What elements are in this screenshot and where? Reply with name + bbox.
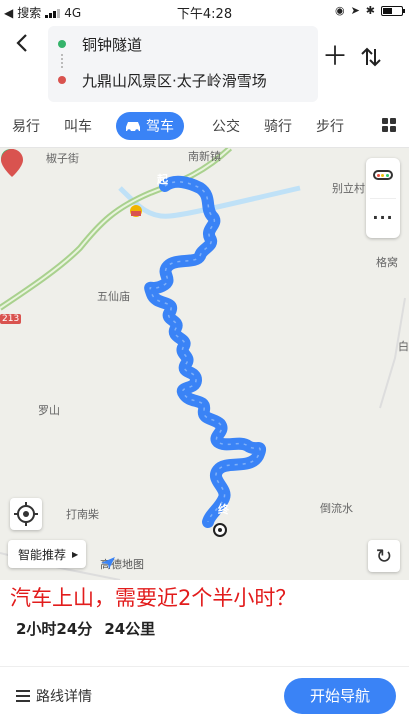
car-icon — [126, 122, 140, 133]
map-label: 罗山 — [38, 404, 60, 417]
annotation-text: 汽车上山，需要近2个半小时？ — [10, 586, 297, 610]
start-navigation-button[interactable]: 开始导航 — [284, 678, 396, 714]
map-label: 别立村 — [332, 182, 365, 195]
route-box: 铜钟隧道 九鼎山风景区·太子岭滑雪场 — [48, 26, 318, 102]
location-icon: ➤ — [350, 4, 360, 17]
map-label: 格窝 — [376, 256, 398, 269]
swap-icon — [361, 47, 381, 67]
tab-bike[interactable]: 骑行 — [264, 116, 292, 136]
tab-walk[interactable]: 步行 — [316, 116, 344, 136]
map-label: 打南柴 — [66, 508, 99, 521]
add-waypoint-button[interactable]: ＋ — [320, 42, 350, 72]
end-label: 九鼎山风景区·太子岭滑雪场 — [82, 71, 267, 90]
route-path — [144, 175, 266, 528]
tab-taxi[interactable]: 叫车 — [64, 116, 92, 136]
start-marker-label: 起 — [157, 173, 168, 186]
triangle-right-icon: ▶ — [72, 549, 79, 559]
more-modes-icon[interactable] — [382, 118, 396, 132]
tab-transit[interactable]: 公交 — [212, 116, 240, 136]
map-label: 五仙庙 — [97, 290, 130, 303]
status-bar: ◀ 搜索 4G 下午4:28 ◉ ➤ ✱ — [0, 0, 409, 22]
chevron-left-icon — [16, 34, 27, 52]
end-marker-label: 终 — [218, 503, 229, 516]
tab-easy[interactable]: 易行 — [12, 116, 40, 136]
tab-drive-label: 驾车 — [146, 119, 174, 135]
start-label: 铜钟隧道 — [82, 35, 143, 54]
back-button[interactable] — [10, 30, 36, 56]
traffic-toggle-icon[interactable] — [373, 170, 393, 180]
amap-logo: 高德地图 — [100, 556, 144, 572]
map-label: 白 — [398, 340, 409, 353]
refresh-icon: ↻ — [375, 544, 393, 568]
duration: 2小时24分 — [16, 620, 93, 638]
map-label: 椒子街 — [46, 152, 79, 165]
route-details-button[interactable]: 路线详情 — [16, 686, 92, 706]
smart-recommend-label: 智能推荐 — [18, 547, 67, 562]
locate-button[interactable] — [10, 498, 42, 530]
orientation-lock-icon: ◉ — [334, 4, 345, 17]
more-options-icon[interactable]: ··· — [366, 208, 400, 227]
battery-icon — [381, 5, 405, 16]
start-field[interactable]: 铜钟隧道 — [58, 32, 142, 56]
route-header: 铜钟隧道 九鼎山风景区·太子岭滑雪场 ＋ — [0, 22, 409, 104]
destination-point-icon — [213, 523, 227, 537]
end-dot-icon — [58, 76, 66, 84]
end-marker-icon — [1, 149, 23, 177]
list-icon — [16, 690, 30, 702]
crosshair-icon — [14, 502, 38, 526]
road-number-badge: 213 — [0, 314, 22, 324]
route-summary-panel: 汽车上山，需要近2个半小时？ 2小时24分 24公里 路线详情 开始导航 — [0, 580, 409, 726]
amap-logo-icon — [101, 557, 115, 569]
route-summary[interactable]: 2小时24分 24公里 — [16, 618, 155, 639]
end-field[interactable]: 九鼎山风景区·太子岭滑雪场 — [58, 68, 267, 92]
distance: 24公里 — [104, 620, 156, 638]
map-side-controls: ··· — [366, 158, 400, 238]
map-label: 南新镇 — [188, 150, 221, 163]
refresh-button[interactable]: ↻ — [368, 540, 400, 572]
travel-mode-tabs: 易行 叫车 驾车 公交 骑行 步行 — [0, 104, 409, 148]
route-details-label: 路线详情 — [36, 689, 92, 705]
plus-icon: ＋ — [321, 42, 348, 72]
tab-drive[interactable]: 驾车 — [116, 112, 184, 140]
bluetooth-icon: ✱ — [365, 4, 375, 17]
route-connector — [61, 54, 63, 68]
map-label: 倒流水 — [320, 502, 353, 515]
start-dot-icon — [58, 40, 66, 48]
map-view[interactable]: 椒子街 南新镇 别立村 格窝 五仙庙 罗山 打南柴 倒流水 白 213 起 终 … — [0, 148, 409, 580]
swap-route-button[interactable] — [356, 42, 386, 72]
smart-recommend-button[interactable]: 智能推荐 ▶ — [8, 540, 87, 568]
